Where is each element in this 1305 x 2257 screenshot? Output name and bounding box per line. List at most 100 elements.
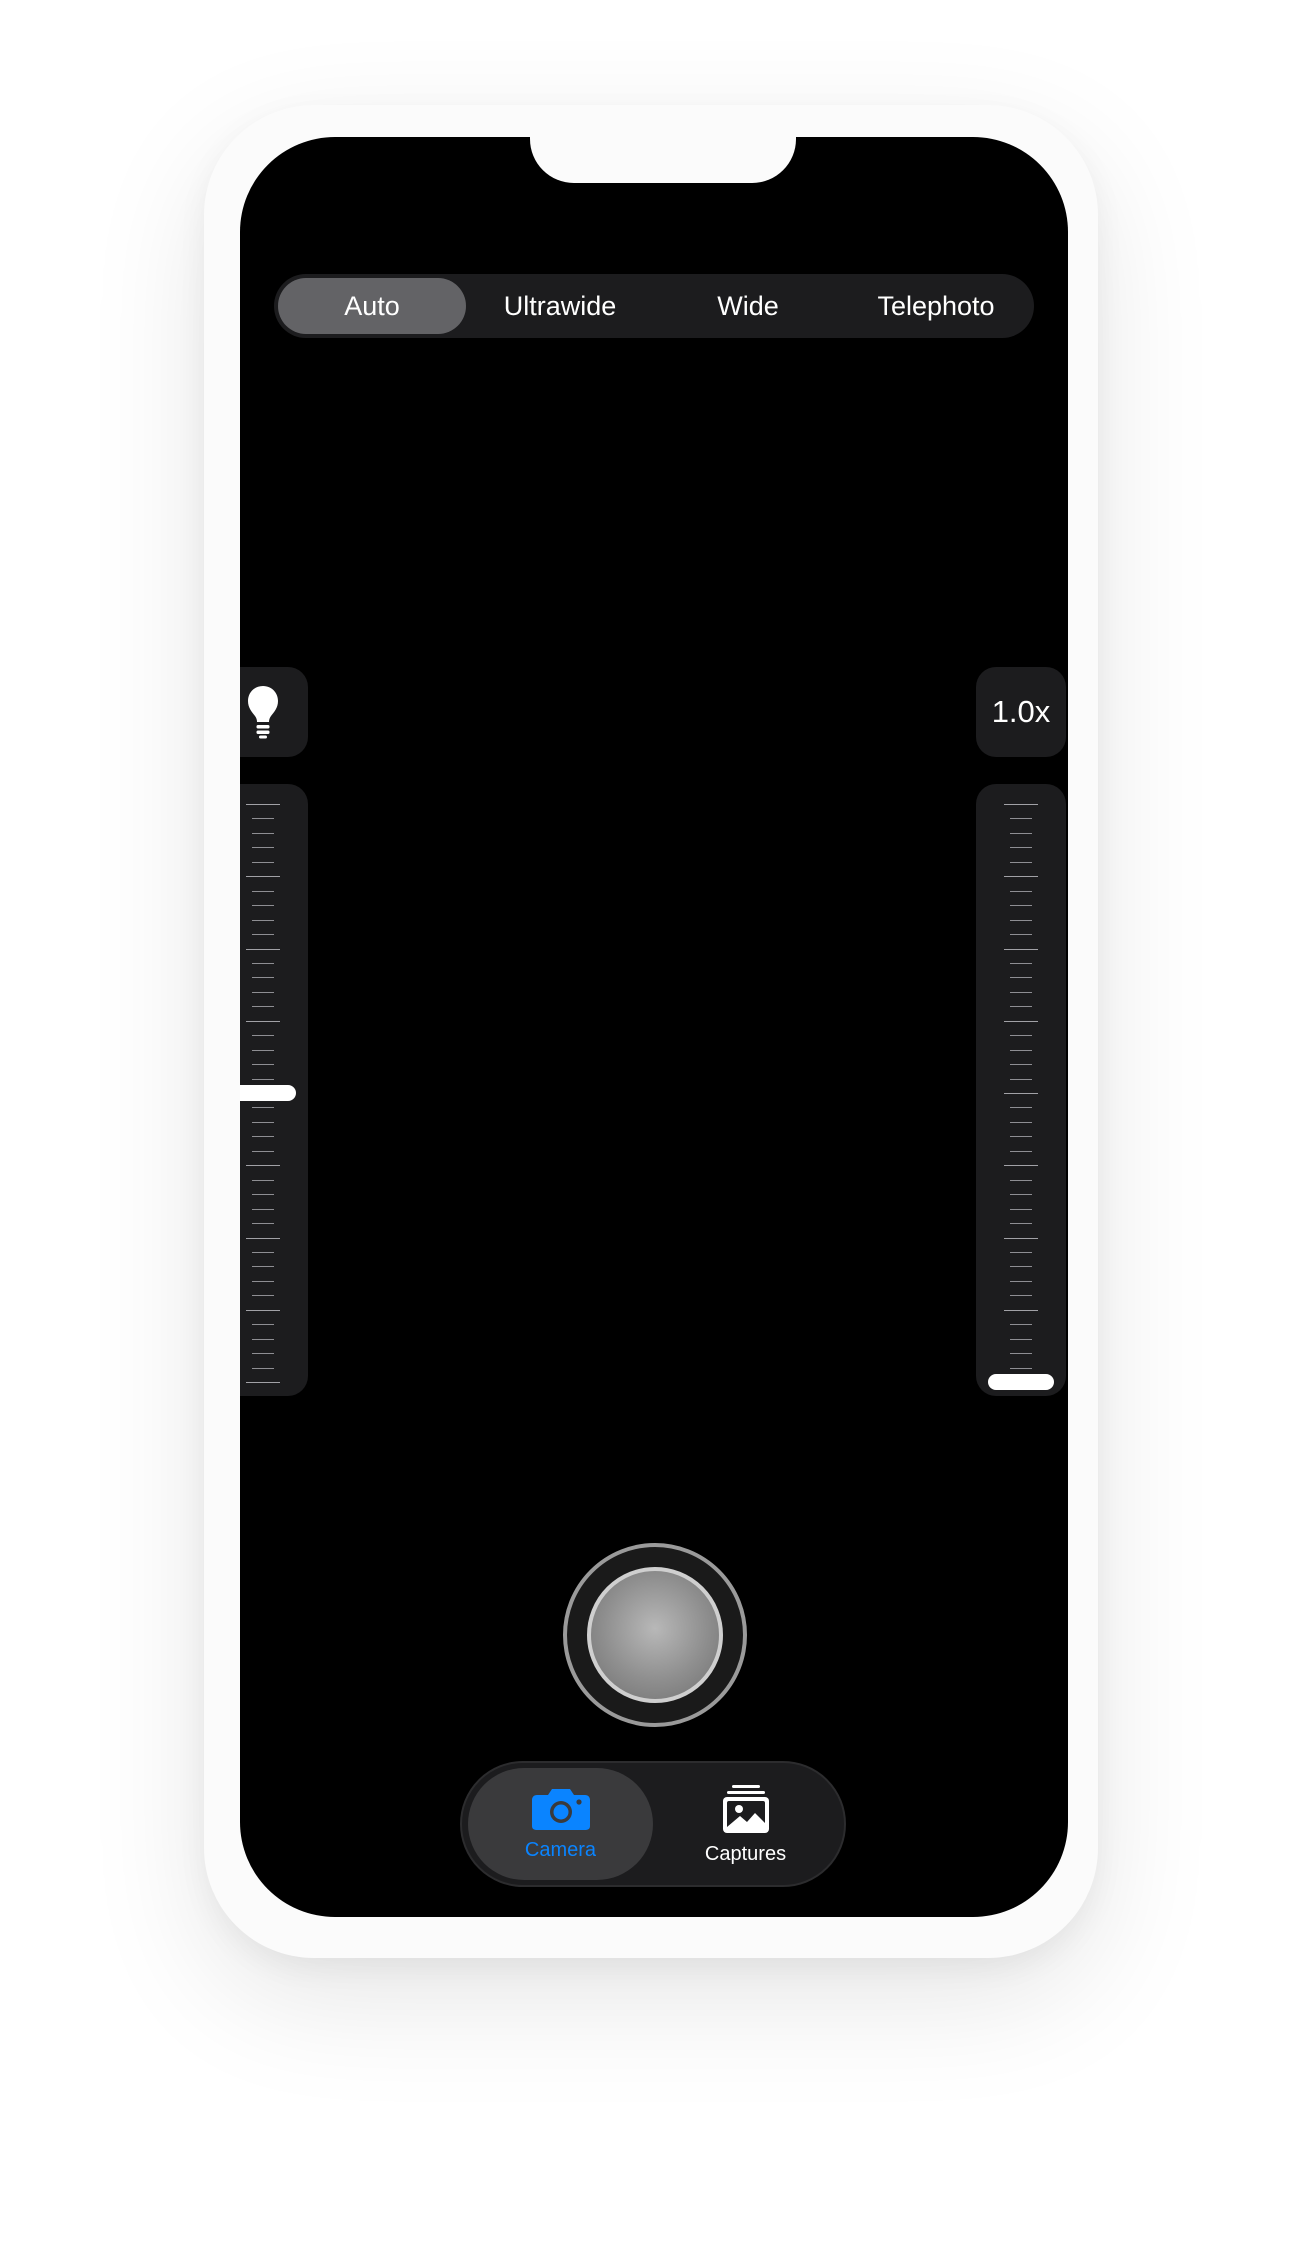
slider-tick — [1010, 1324, 1032, 1325]
slider-tick — [1010, 833, 1032, 834]
lens-option-ultrawide[interactable]: Ultrawide — [466, 278, 654, 334]
torch-button[interactable] — [240, 667, 308, 757]
slider-tick — [252, 1209, 274, 1210]
slider-tick — [1010, 1006, 1032, 1007]
slider-tick — [252, 847, 274, 848]
slider-tick — [252, 1180, 274, 1181]
slider-tick — [246, 876, 280, 877]
slider-tick — [1010, 818, 1032, 819]
slider-tick — [1010, 920, 1032, 921]
slider-tick — [1010, 1266, 1032, 1267]
shutter-button[interactable] — [563, 1543, 747, 1727]
slider-tick — [252, 1324, 274, 1325]
slider-tick — [1010, 1223, 1032, 1224]
slider-tick — [1010, 1180, 1032, 1181]
slider-tick — [252, 1079, 274, 1080]
slider-tick — [1010, 1194, 1032, 1195]
tab-captures[interactable]: Captures — [653, 1768, 838, 1880]
slider-tick — [1010, 847, 1032, 848]
lightbulb-icon — [248, 686, 278, 739]
slider-tick — [246, 1021, 280, 1022]
slider-tick — [1010, 1339, 1032, 1340]
slider-tick — [1010, 862, 1032, 863]
slider-tick — [252, 818, 274, 819]
camera-screen: Auto Ultrawide Wide Telephoto 1.0x Camer… — [240, 137, 1068, 1917]
slider-tick — [246, 949, 280, 950]
lens-option-auto[interactable]: Auto — [278, 278, 466, 334]
zoom-slider-thumb[interactable] — [988, 1374, 1054, 1390]
slider-tick — [252, 1281, 274, 1282]
slider-tick — [252, 977, 274, 978]
slider-tick — [1010, 891, 1032, 892]
slider-tick — [252, 833, 274, 834]
slider-tick — [1010, 905, 1032, 906]
tab-captures-label: Captures — [704, 1842, 787, 1865]
slider-tick — [252, 1136, 274, 1137]
tab-bar: Camera Captures — [460, 1761, 846, 1887]
slider-tick — [252, 1295, 274, 1296]
slider-tick — [252, 920, 274, 921]
slider-tick — [252, 1064, 274, 1065]
slider-tick — [246, 1238, 280, 1239]
slider-tick — [252, 1339, 274, 1340]
slider-tick — [1010, 934, 1032, 935]
slider-tick — [252, 1266, 274, 1267]
slider-tick — [1010, 1368, 1032, 1369]
slider-tick — [1010, 1151, 1032, 1152]
slider-tick — [1010, 977, 1032, 978]
slider-tick — [252, 1035, 274, 1036]
slider-tick — [1010, 1035, 1032, 1036]
zoom-button[interactable]: 1.0x — [976, 667, 1066, 757]
tab-camera[interactable]: Camera — [468, 1768, 653, 1880]
slider-tick — [1010, 1050, 1032, 1051]
slider-tick — [1004, 949, 1038, 950]
slider-tick — [246, 804, 280, 805]
slider-tick — [246, 1310, 280, 1311]
notch — [530, 137, 796, 183]
photo-stack-icon — [722, 1784, 769, 1833]
slider-tick — [1004, 1021, 1038, 1022]
slider-tick — [252, 1223, 274, 1224]
slider-tick — [1010, 1281, 1032, 1282]
slider-tick — [252, 862, 274, 863]
slider-tick — [252, 1122, 274, 1123]
torch-slider-thumb[interactable] — [240, 1085, 296, 1101]
slider-tick — [246, 1382, 280, 1383]
slider-tick — [252, 1151, 274, 1152]
slider-tick — [252, 1107, 274, 1108]
slider-tick — [252, 1368, 274, 1369]
slider-tick — [1010, 1122, 1032, 1123]
slider-tick — [252, 905, 274, 906]
slider-tick — [252, 1050, 274, 1051]
slider-tick — [252, 992, 274, 993]
zoom-slider[interactable] — [976, 784, 1066, 1396]
lens-option-wide[interactable]: Wide — [654, 278, 842, 334]
slider-tick — [1010, 963, 1032, 964]
zoom-level-label: 1.0x — [991, 694, 1051, 729]
lens-option-telephoto[interactable]: Telephoto — [842, 278, 1030, 334]
slider-ticks — [1004, 804, 1038, 1383]
slider-tick — [1010, 1136, 1032, 1137]
slider-tick — [1004, 804, 1038, 805]
slider-tick — [1010, 1295, 1032, 1296]
slider-tick — [1010, 1079, 1032, 1080]
slider-tick — [1010, 992, 1032, 993]
slider-tick — [1004, 876, 1038, 877]
slider-tick — [252, 1194, 274, 1195]
camera-icon — [531, 1788, 590, 1830]
slider-tick — [1010, 1209, 1032, 1210]
slider-tick — [252, 1006, 274, 1007]
slider-tick — [1010, 1252, 1032, 1253]
slider-tick — [1004, 1310, 1038, 1311]
torch-intensity-slider[interactable] — [240, 784, 308, 1396]
slider-tick — [252, 891, 274, 892]
slider-tick — [1004, 1238, 1038, 1239]
shutter-button-inner — [587, 1567, 723, 1703]
lens-segmented-control: Auto Ultrawide Wide Telephoto — [274, 274, 1034, 338]
slider-tick — [1004, 1093, 1038, 1094]
slider-tick — [1010, 1107, 1032, 1108]
slider-tick — [1010, 1353, 1032, 1354]
slider-tick — [246, 1165, 280, 1166]
slider-tick — [252, 934, 274, 935]
slider-tick — [252, 1353, 274, 1354]
